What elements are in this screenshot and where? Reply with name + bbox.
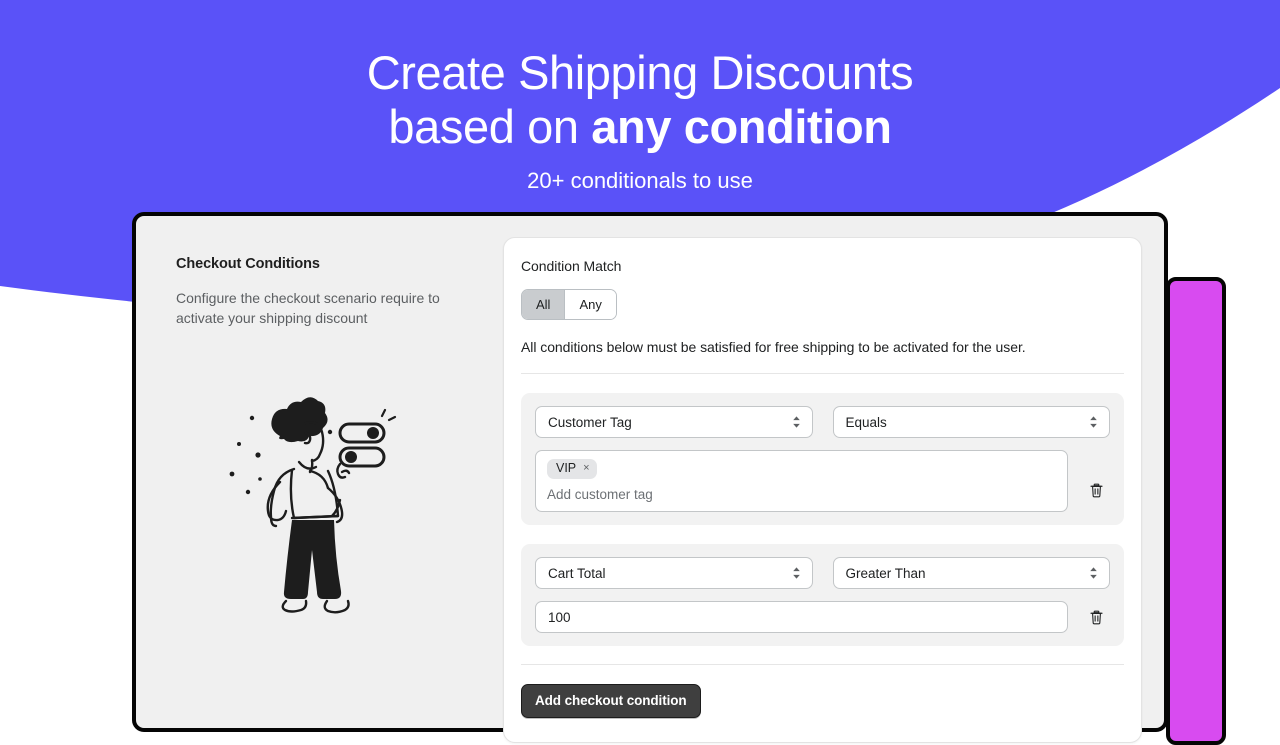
condition-value-row: 100 [535,601,1110,633]
condition-value-row: VIP × Add customer tag [535,450,1110,512]
segment-option-any[interactable]: Any [564,290,616,319]
trash-icon [1089,610,1103,624]
tag-chip-label: VIP [556,461,577,475]
background-accent-panel [1166,277,1226,745]
add-checkout-condition-button[interactable]: Add checkout condition [521,684,701,718]
app-window: Checkout Conditions Configure the checko… [132,212,1168,743]
tag-chip-vip[interactable]: VIP × [547,459,597,479]
chevron-updown-icon [792,567,800,579]
person-toggling-switches-illustration [229,397,397,614]
delete-condition-button[interactable] [1082,474,1110,506]
condition-selects: Cart Total Greater Than [535,557,1110,589]
illustration-toggle-switches [338,408,397,468]
main-content: Condition Match All Any All conditions b… [498,216,1164,743]
cart-total-input[interactable]: 100 [535,601,1068,633]
condition-operator-select[interactable]: Greater Than [832,557,1110,589]
condition-field-select[interactable]: Cart Total [535,557,813,589]
page-title: Checkout Conditions [176,256,320,272]
condition-match-card: Condition Match All Any All conditions b… [503,237,1142,743]
delete-condition-button[interactable] [1082,601,1110,633]
condition-match-help-text: All conditions below must be satisfied f… [521,339,1026,355]
condition-field-select[interactable]: Customer Tag [535,406,813,438]
condition-match-segmented-control[interactable]: All Any [521,289,617,320]
section-divider-top [521,373,1124,374]
chevron-updown-icon [1090,416,1097,428]
condition-field-value: Cart Total [548,565,606,581]
condition-row: Customer Tag Equals VIP × Add customer t… [521,393,1124,525]
customer-tag-input[interactable]: VIP × Add customer tag [535,450,1068,512]
condition-match-label: Condition Match [521,258,622,274]
tag-chip-remove-icon[interactable]: × [583,463,589,474]
condition-field-value: Customer Tag [548,414,632,430]
condition-operator-select[interactable]: Equals [832,406,1110,438]
page-description: Configure the checkout scenario require … [176,290,440,326]
condition-operator-value: Greater Than [845,565,926,581]
customer-tag-placeholder: Add customer tag [547,487,653,502]
trash-icon [1089,483,1103,497]
chevron-updown-icon [1090,567,1097,579]
condition-selects: Customer Tag Equals [535,406,1110,438]
sidebar-panel: Checkout Conditions Configure the checko… [136,216,498,728]
section-divider-bottom [521,664,1124,665]
segment-option-all[interactable]: All [522,290,565,319]
condition-operator-value: Equals [845,414,887,430]
chevron-updown-icon [792,416,800,428]
illustration-pants [283,520,342,599]
condition-row: Cart Total Greater Than 100 [521,544,1124,646]
